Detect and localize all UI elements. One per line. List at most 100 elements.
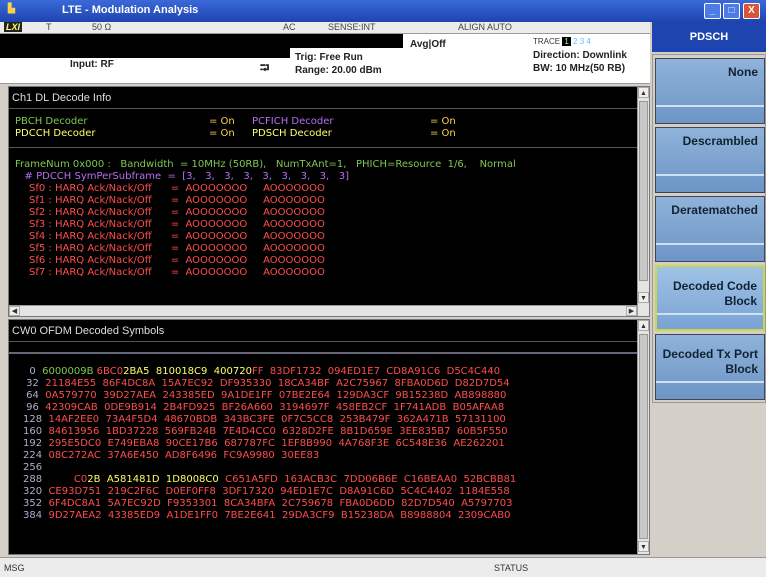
scroll-down-icon[interactable]: ▼: [638, 292, 649, 303]
scroll-left-icon[interactable]: ◀: [9, 306, 20, 316]
bandwidth-label: BW: 10 MHz(50 RB): [533, 63, 626, 74]
decoder-name: PBCH Decoder: [15, 116, 88, 127]
hex-row: 96 42309CAB 0DE9B914 2B4FD925 BF26A660 3…: [23, 402, 504, 414]
horizontal-scrollbar[interactable]: ◀ ▶: [9, 305, 637, 316]
hex-row: 128 14AF2EE0 73A4F5D4 48670BDB 343BC3FE …: [23, 414, 506, 426]
msg-label: MSG: [4, 563, 25, 573]
hex-values: A581481D: [106, 474, 166, 485]
harq-line: Sf3 : HARQ Ack/Nack/Off = AOOOOOOO AOOOO…: [29, 219, 325, 230]
hex-row: 32 21184E55 86F4DC8A 15A7EC92 DF935330 1…: [23, 378, 510, 390]
softkey-descrambled[interactable]: Descrambled: [655, 127, 765, 193]
panel-title: CW0 OFDM Decoded Symbols: [9, 320, 637, 342]
hex-values: 08C272AC 37A6E450 AD8F6496 FC9A9980 30EE…: [48, 450, 320, 461]
hex-row: 288 C02B A581481D 1D8008C0 C651A5FD 163A…: [23, 474, 516, 486]
decoder-state: = On: [209, 116, 235, 127]
title-bar: ▙ LTE - Modulation Analysis _ □ X: [0, 0, 766, 22]
scroll-up-icon[interactable]: ▲: [638, 87, 649, 98]
hex-row: 0 6000009B 6BC02BA5 810018C9 400720FF 83…: [23, 366, 500, 378]
row-offset: 0: [23, 366, 36, 377]
hex-values: 2B: [87, 474, 107, 485]
frame-info: FrameNum 0x000 : Bandwidth = 10MHz (50RB…: [15, 159, 516, 170]
decoder-name: PCFICH Decoder: [252, 116, 334, 127]
softkey-none[interactable]: None: [655, 58, 765, 124]
hex-values: 2BA5: [123, 366, 156, 377]
harq-line: Sf7 : HARQ Ack/Nack/Off = AOOOOOOO AOOOO…: [29, 267, 325, 278]
row-offset: 192: [23, 438, 43, 449]
input-label: Input: RF: [70, 59, 114, 70]
hex-values: 9D27AEA2 43385ED9 A1DE1FF0 7BE2E641 29DA…: [48, 510, 511, 521]
row-offset: 96: [23, 402, 39, 413]
menu-title: PDSCH: [652, 22, 766, 52]
row-offset: 224: [23, 450, 43, 461]
hex-row: 352 6F4DC8A1 5A7EC92D F9353301 8CA34BFA …: [23, 498, 512, 510]
hex-values: CE93D751 219C2F6C D0EF0FF8 3DF17320 94ED…: [48, 486, 510, 497]
hex-values: 810018C9: [155, 366, 214, 377]
hex-row: 320 CE93D751 219C2F6C D0EF0FF8 3DF17320 …: [23, 486, 510, 498]
hex-values: FF 83DF1732 094ED1E7 CD8A91C6 D5C4C440: [251, 366, 501, 377]
trig-label: Trig: Free Run: [295, 52, 363, 63]
hex-values: 1D8008C0: [165, 474, 226, 485]
status-bar: MSG STATUS: [0, 557, 766, 577]
hex-values: C0: [48, 474, 88, 485]
hex-row: 256: [23, 462, 48, 474]
scroll-down-icon[interactable]: ▼: [638, 541, 649, 552]
measurement-info-bar: Input: RF ⮒ Avg|Off Trig: Free Run Range…: [0, 34, 650, 84]
minimize-button[interactable]: _: [704, 3, 721, 19]
softkey-menu: None Descrambled Deratematched Decoded C…: [652, 54, 766, 403]
harq-line: Sf4 : HARQ Ack/Nack/Off = AOOOOOOO AOOOO…: [29, 231, 325, 242]
hex-values: C651A5FD 163ACB3C 7DD06B6E C16BEAA0 52BC…: [225, 474, 517, 485]
impedance-indicator: 50 Ω: [92, 22, 112, 32]
row-offset: 64: [23, 390, 39, 401]
hex-values: 0A579770 39D27AEA 243385ED 9A1DE1FF 07BE…: [45, 390, 507, 401]
status-label: STATUS: [494, 563, 529, 573]
softkey-deratematched[interactable]: Deratematched: [655, 196, 765, 262]
hex-values: 6000009B: [42, 366, 97, 377]
maximize-button[interactable]: □: [723, 3, 740, 19]
decoder-state: = On: [430, 128, 456, 139]
lxi-indicator: LXI: [4, 22, 23, 32]
scroll-right-icon[interactable]: ▶: [626, 306, 637, 316]
decoder-name: PDCCH Decoder: [15, 128, 96, 139]
coupling-indicator: AC: [283, 22, 296, 32]
row-offset: 288: [23, 474, 43, 485]
hex-row: 160 84613956 1BD37228 569FB24B 7E4D4CC0 …: [23, 426, 508, 438]
row-offset: 128: [23, 414, 43, 425]
vertical-scrollbar[interactable]: ▲ ▼: [637, 87, 649, 316]
range-label: Range: 20.00 dBm: [295, 65, 382, 76]
harq-line: Sf0 : HARQ Ack/Nack/Off = AOOOOOOO AOOOO…: [29, 183, 325, 194]
row-offset: 32: [23, 378, 39, 389]
scroll-thumb[interactable]: [639, 101, 648, 281]
hex-values: 400720: [213, 366, 252, 377]
hex-row: 192 295E5DC0 E749EBA8 90CE17B6 687787FC …: [23, 438, 505, 450]
hex-row: 64 0A579770 39D27AEA 243385ED 9A1DE1FF 0…: [23, 390, 506, 402]
trace-indicator: TRACE 1 2 3 4: [533, 37, 591, 46]
harq-line: Sf6 : HARQ Ack/Nack/Off = AOOOOOOO AOOOO…: [29, 255, 325, 266]
hex-values: 6BC0: [96, 366, 124, 377]
hex-values: 6F4DC8A1 5A7EC92D F9353301 8CA34BFA 2C75…: [48, 498, 513, 509]
decoder-state: = On: [209, 128, 235, 139]
harq-line: Sf2 : HARQ Ack/Nack/Off = AOOOOOOO AOOOO…: [29, 207, 325, 218]
hex-row: 384 9D27AEA2 43385ED9 A1DE1FF0 7BE2E641 …: [23, 510, 511, 522]
decoded-symbols-panel: CW0 OFDM Decoded Symbols 0 6000009B 6BC0…: [8, 319, 650, 555]
align-indicator: ALIGN AUTO: [458, 22, 512, 32]
app-icon: ▙: [8, 3, 15, 13]
pdcch-sym-info: # PDCCH SymPerSubframe = [3, 3, 3, 3, 3,…: [15, 171, 349, 182]
close-button[interactable]: X: [743, 3, 760, 19]
panel-title: Ch1 DL Decode Info: [9, 87, 637, 109]
softkey-decoded-code-block[interactable]: Decoded Code Block: [655, 265, 765, 331]
input-arrow-icon: ⮒: [260, 61, 270, 75]
trigger-indicator: T: [46, 22, 52, 32]
scroll-up-icon[interactable]: ▲: [638, 320, 649, 331]
scroll-thumb[interactable]: [639, 334, 648, 539]
decode-info-panel: Ch1 DL Decode Info PBCH Decoder = On PCF…: [8, 86, 650, 317]
row-offset: 384: [23, 510, 43, 521]
avg-label: Avg|Off: [410, 39, 446, 50]
sense-indicator: SENSE:INT: [328, 22, 376, 32]
vertical-scrollbar[interactable]: ▲ ▼: [637, 320, 649, 554]
row-offset: 320: [23, 486, 43, 497]
softkey-decoded-tx-port-block[interactable]: Decoded Tx Port Block: [655, 334, 765, 400]
harq-line: Sf1 : HARQ Ack/Nack/Off = AOOOOOOO AOOOO…: [29, 195, 325, 206]
row-offset: 160: [23, 426, 43, 437]
hex-values: 295E5DC0 E749EBA8 90CE17B6 687787FC 1EF8…: [48, 438, 505, 449]
decoder-state: = On: [430, 116, 456, 127]
